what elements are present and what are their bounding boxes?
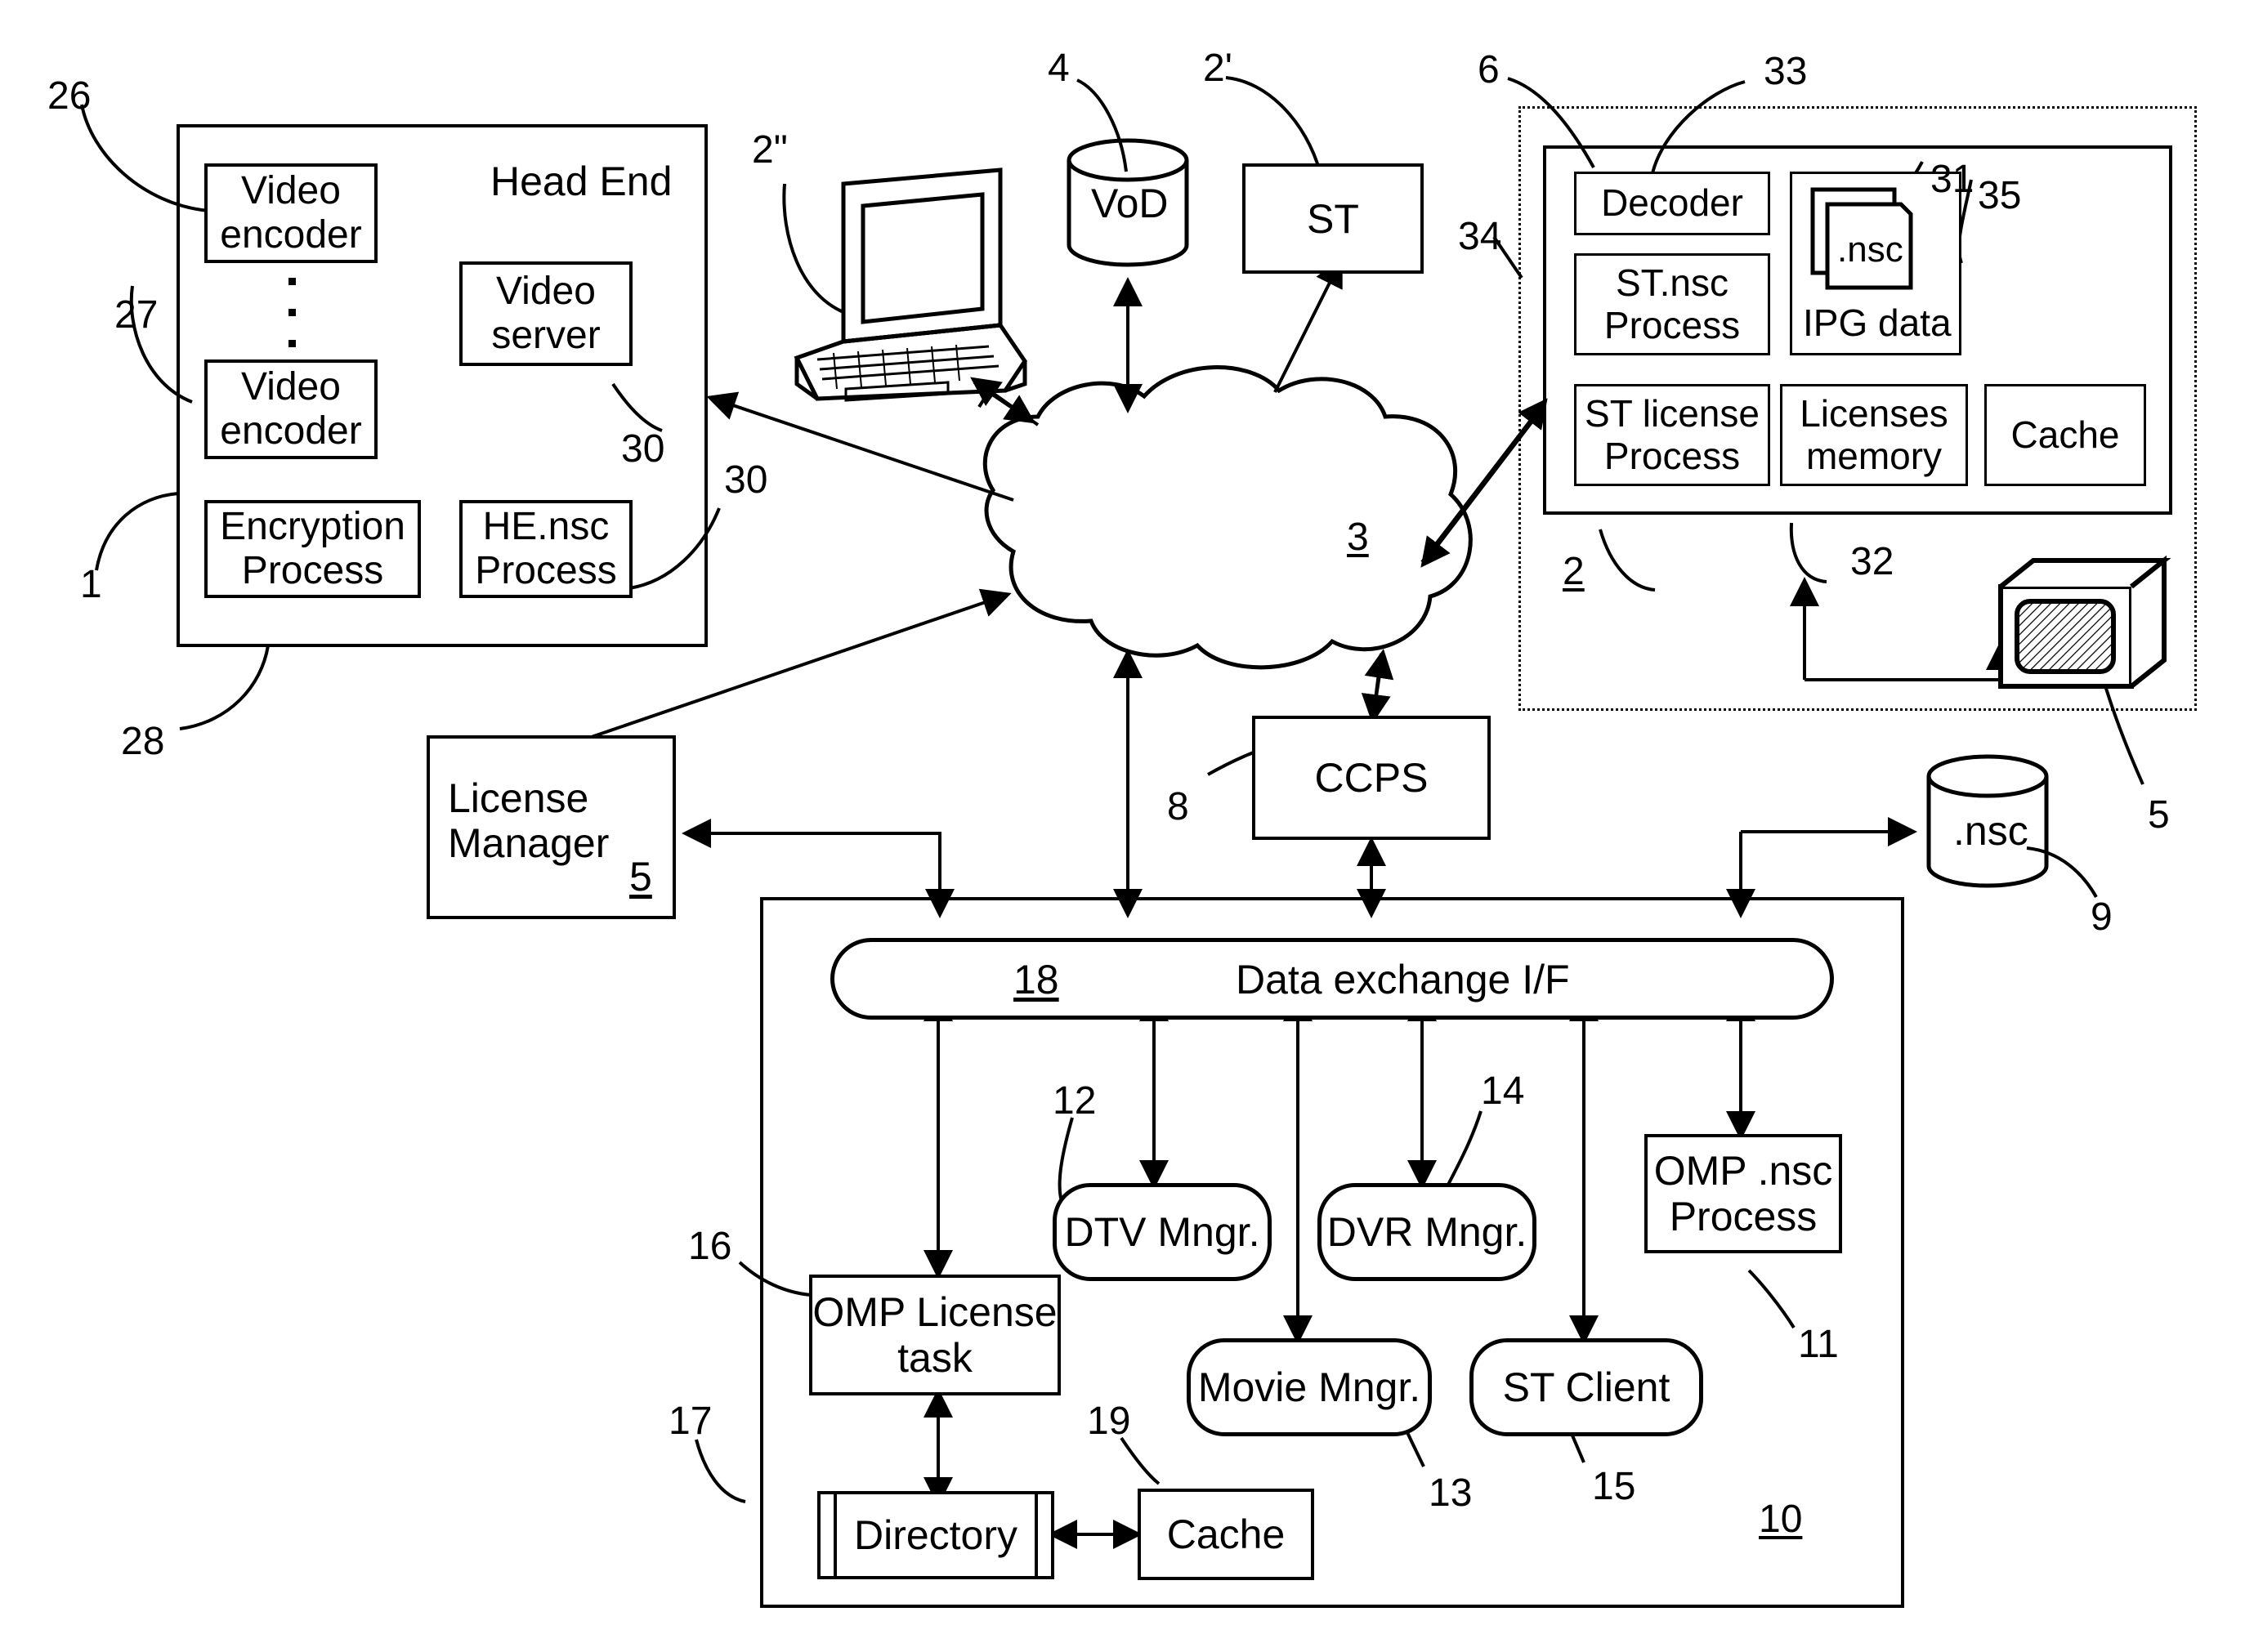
- numeral-4: 4: [1048, 47, 1070, 90]
- numeral-2-double-prime: 2": [752, 128, 788, 172]
- numeral-17: 17: [669, 1400, 713, 1443]
- licenses-memory-box: Licenses memory: [1780, 384, 1968, 486]
- he-nsc-process: HE.nsc Process: [459, 500, 633, 598]
- omp-cache-label: Cache: [1166, 1511, 1286, 1557]
- video-encoder-2: Video encoder: [204, 359, 378, 459]
- omp-cache-box: Cache: [1138, 1489, 1314, 1580]
- st-client-node: ST Client: [1469, 1338, 1703, 1436]
- dtv-mngr-label: DTV Mngr.: [1064, 1209, 1260, 1255]
- numeral-28: 28: [121, 720, 165, 763]
- numeral-11: 11: [1798, 1323, 1839, 1366]
- st-nsc-process-label: ST.nsc Process: [1603, 261, 1741, 346]
- nsc-store-label: .nsc: [1953, 808, 2028, 854]
- st-license-process-box: ST license Process: [1574, 384, 1770, 486]
- numeral-26: 26: [47, 74, 92, 118]
- video-encoder-2-label: Video encoder: [220, 365, 362, 453]
- st-label: ST: [1307, 195, 1359, 242]
- ccps-box: CCPS: [1252, 716, 1491, 840]
- decoder-box: Decoder: [1574, 172, 1770, 235]
- numeral-27: 27: [114, 293, 159, 337]
- st-nsc-process-box: ST.nsc Process: [1574, 253, 1770, 355]
- nsc-files-label: .nsc: [1837, 230, 1903, 270]
- omp-license-task-label: OMP License task: [812, 1289, 1058, 1381]
- numeral-31: 32: [1850, 540, 1894, 583]
- omp-license-task-box: OMP License task: [809, 1275, 1061, 1395]
- numeral-13: 13: [1429, 1471, 1473, 1515]
- numeral-3: 3: [1347, 516, 1369, 559]
- st-client-label: ST Client: [1502, 1364, 1670, 1410]
- video-server: Video server: [459, 261, 633, 366]
- dvr-mngr-label: DVR Mngr.: [1326, 1209, 1527, 1255]
- encryption-process: Encryption Process: [204, 500, 421, 598]
- st-license-process-label: ST license Process: [1585, 391, 1760, 477]
- numeral-2: 2: [1563, 550, 1585, 593]
- license-manager-label: License Manager: [448, 776, 609, 866]
- directory-label: Directory: [853, 1512, 1018, 1558]
- data-exchange-if-ref: 18: [1013, 957, 1059, 1002]
- license-manager-text: License Manager: [448, 775, 610, 866]
- numeral-33: 34: [1458, 215, 1502, 258]
- movie-mngr-label: Movie Mngr.: [1197, 1364, 1421, 1410]
- licenses-memory-label: Licenses memory: [1800, 391, 1948, 477]
- numeral-30-nsc: 31: [1930, 158, 1974, 201]
- stb-cache-box: Cache: [1984, 384, 2146, 486]
- license-manager-ref: 5: [629, 854, 652, 900]
- dvr-mngr-node: DVR Mngr.: [1317, 1183, 1536, 1281]
- numeral-15: 15: [1592, 1465, 1636, 1508]
- stb-cache-label: Cache: [2010, 413, 2120, 456]
- video-server-label: Video server: [491, 270, 601, 357]
- numeral-6: 6: [1478, 48, 1500, 92]
- numeral-10: 10: [1759, 1498, 1803, 1541]
- directory-box: Directory: [817, 1491, 1054, 1579]
- dtv-mngr-node: DTV Mngr.: [1053, 1183, 1272, 1281]
- movie-mngr-node: Movie Mngr.: [1187, 1338, 1432, 1436]
- numeral-2-prime: 2': [1203, 47, 1232, 90]
- numeral-8: 8: [1167, 785, 1189, 828]
- numeral-19: 19: [1087, 1400, 1131, 1443]
- encoder-ellipsis-icon: [288, 278, 296, 347]
- numeral-14: 14: [1481, 1069, 1525, 1113]
- ipg-data-label: IPG data: [1803, 301, 1952, 344]
- numeral-9: 9: [2091, 895, 2113, 939]
- vod-label: VoD: [1091, 181, 1169, 226]
- numeral-32: 33: [1764, 50, 1808, 93]
- patent-figure: Head End Video encoder Video encoder Enc…: [0, 0, 2254, 1652]
- numeral-35: 35: [1978, 174, 2022, 217]
- numeral-12: 12: [1053, 1079, 1097, 1123]
- omp-nsc-process-label: OMP .nsc Process: [1653, 1148, 1833, 1239]
- encryption-process-label: Encryption Process: [220, 505, 405, 592]
- numeral-29: 30: [724, 458, 768, 502]
- he-nsc-process-label: HE.nsc Process: [475, 505, 617, 592]
- video-encoder-1: Video encoder: [204, 163, 378, 263]
- ccps-label: CCPS: [1314, 755, 1429, 801]
- numeral-1: 1: [80, 563, 102, 606]
- video-encoder-1-label: Video encoder: [220, 169, 362, 257]
- data-exchange-if-label: Data exchange I/F: [1236, 957, 1570, 1002]
- head-end-title: Head End: [490, 159, 673, 204]
- numeral-30-video-server: 30: [621, 427, 665, 471]
- decoder-label: Decoder: [1601, 181, 1743, 225]
- omp-nsc-process-box: OMP .nsc Process: [1644, 1134, 1842, 1253]
- numeral-7: 5: [2148, 793, 2170, 837]
- numeral-16: 16: [688, 1225, 732, 1268]
- st-box: ST: [1242, 163, 1424, 274]
